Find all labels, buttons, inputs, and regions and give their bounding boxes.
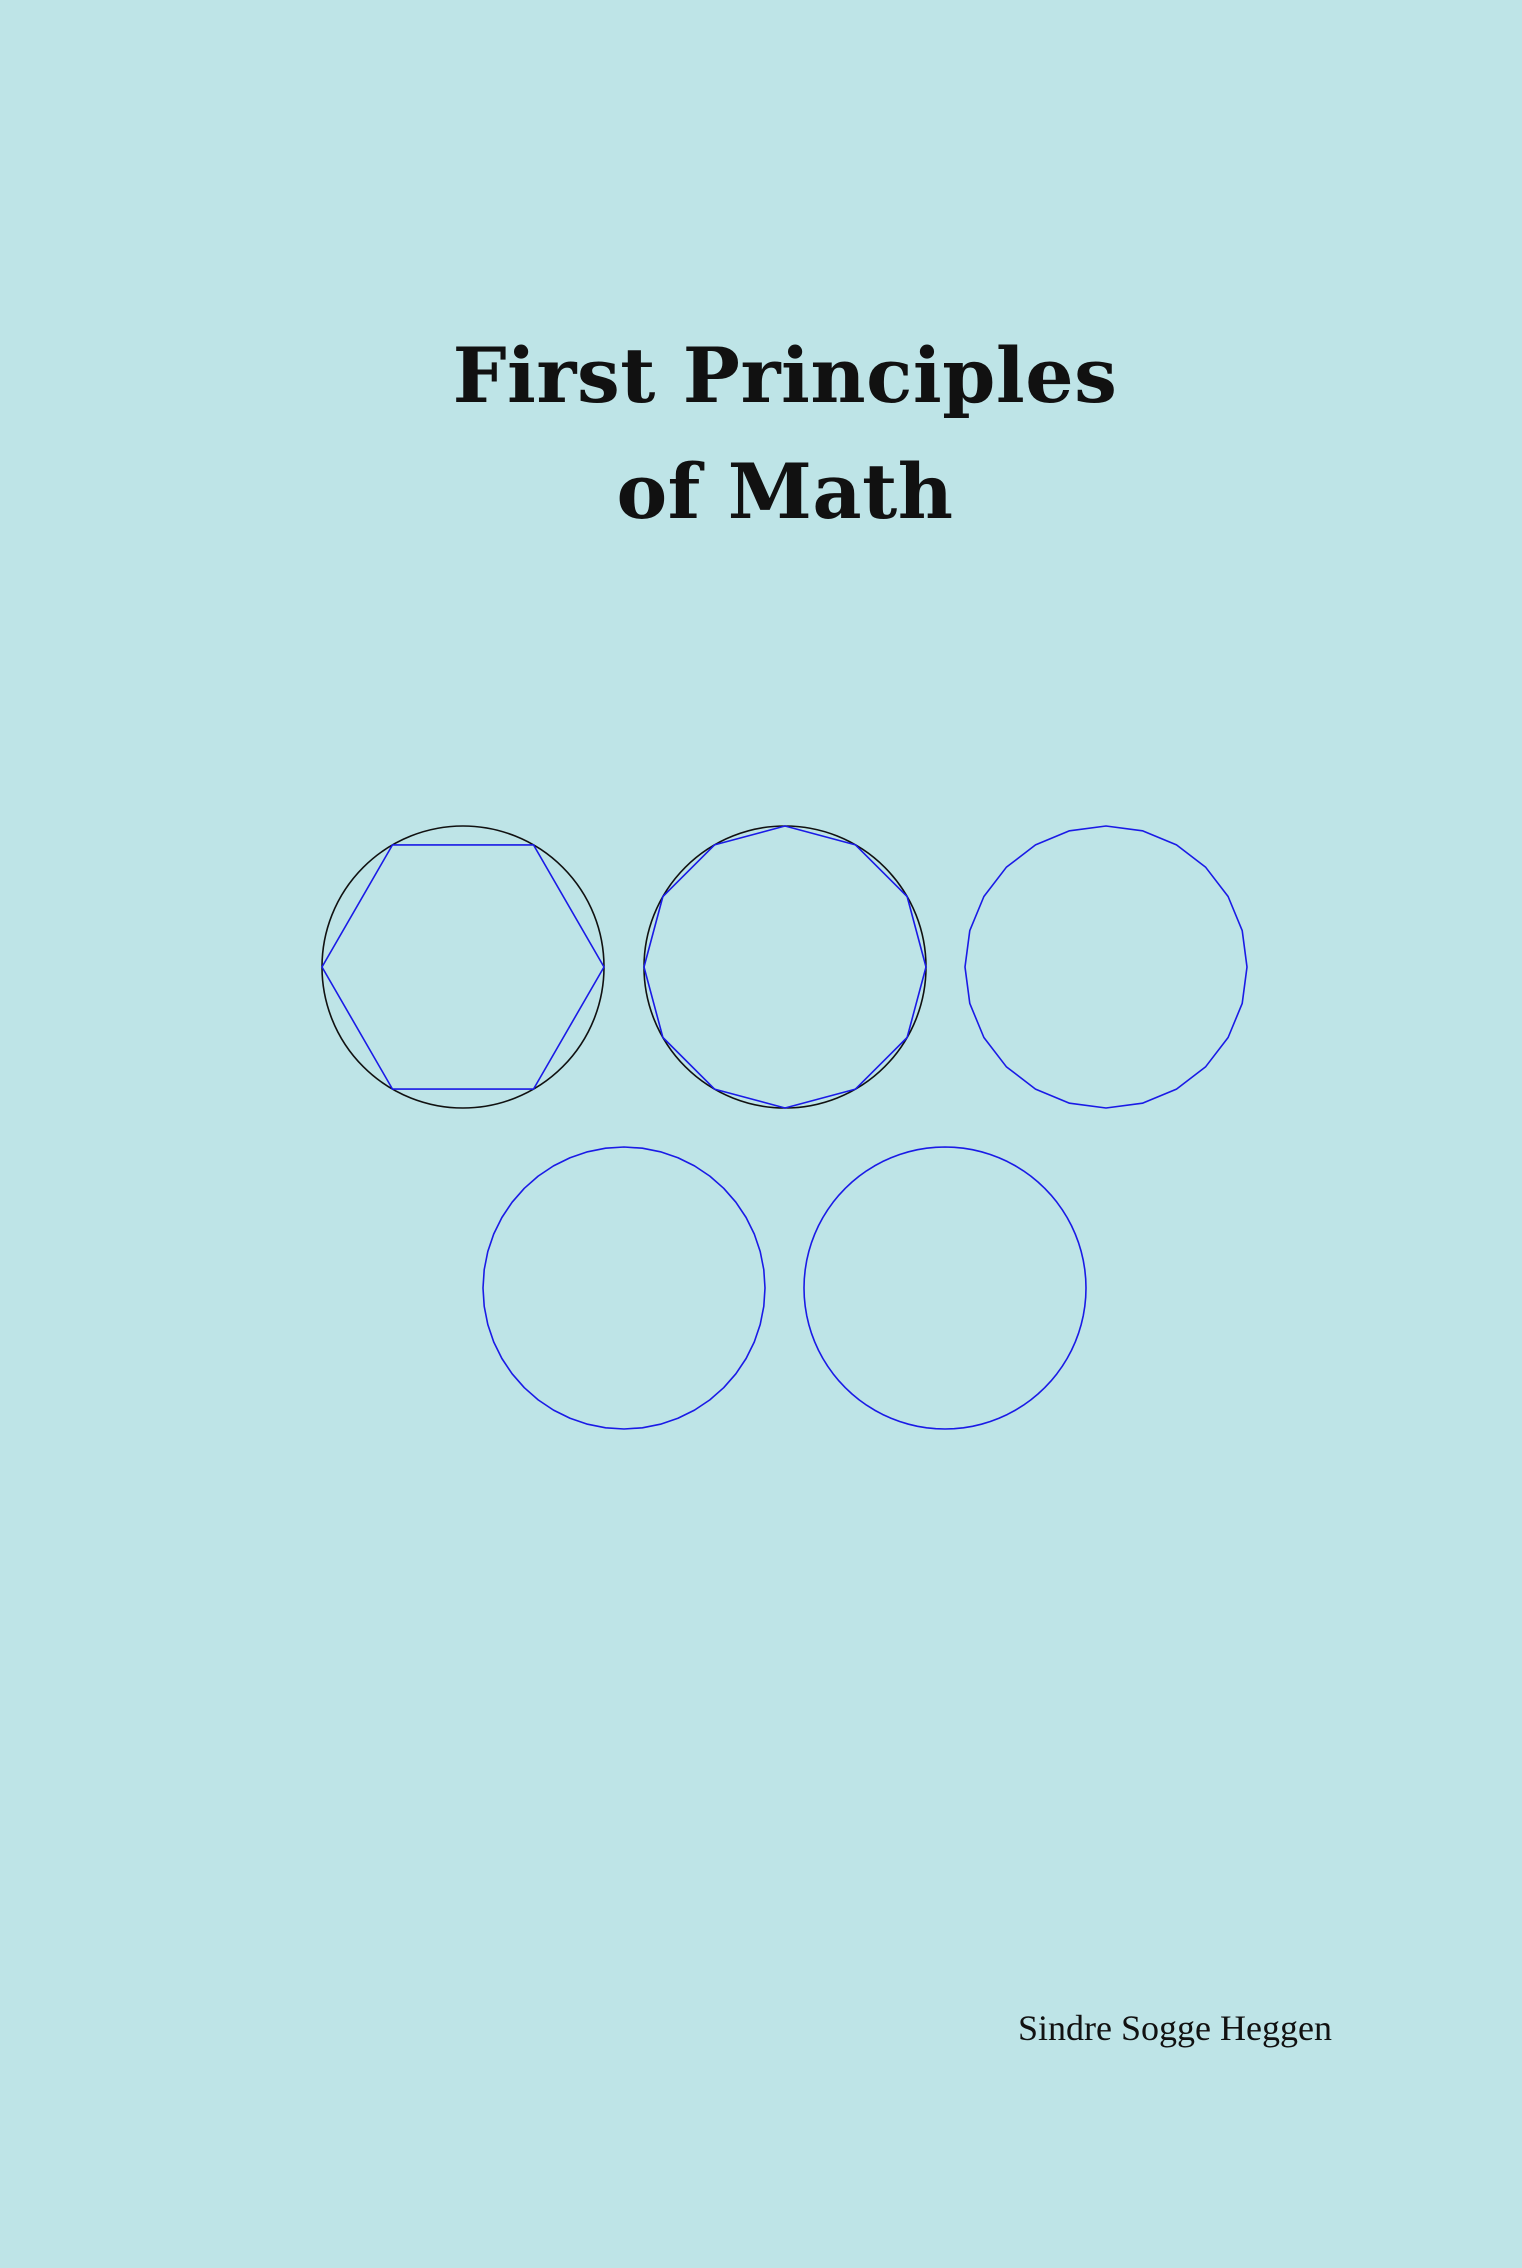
shape-96-gon bbox=[803, 1146, 1087, 1430]
polygon-48-sides bbox=[482, 1146, 766, 1430]
polygon-12-sides bbox=[643, 825, 927, 1109]
circumscribed-circle bbox=[643, 825, 927, 1109]
author-name: Sindre Sogge Heggen bbox=[1018, 2008, 1332, 2048]
shape-48-gon bbox=[482, 1146, 766, 1430]
book-cover: First Principles of Math Sindre Sogge He… bbox=[0, 0, 1522, 2268]
polygon-6-sides bbox=[321, 844, 605, 1090]
polygon-circle-illustration bbox=[321, 825, 1248, 1430]
polygon-24-sides bbox=[964, 825, 1248, 1109]
polygon-96-sides bbox=[803, 1146, 1087, 1430]
circumscribed-circle bbox=[321, 825, 605, 1109]
shape-12-gon bbox=[643, 825, 927, 1109]
shape-24-gon bbox=[964, 825, 1248, 1109]
shape-6-gon bbox=[321, 825, 605, 1109]
